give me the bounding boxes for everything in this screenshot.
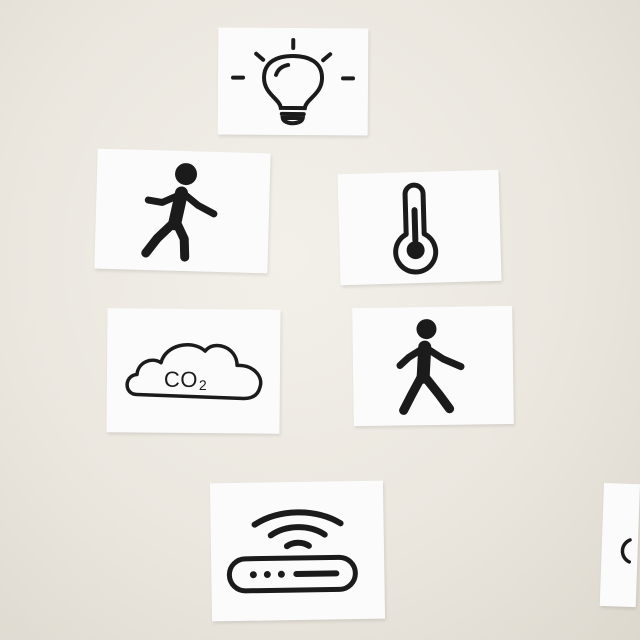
- walking-person-icon: [396, 319, 465, 415]
- card-light-bulb: [217, 27, 369, 136]
- co2-text: CO: [163, 366, 199, 393]
- light-bulb-icon: [231, 38, 356, 126]
- card-walking-person-right: [352, 305, 514, 427]
- card-walking-person-left: [94, 148, 271, 274]
- card-co2-cloud: CO2: [106, 308, 281, 434]
- wifi-router-icon: [226, 509, 358, 594]
- co2-subscript: 2: [198, 377, 208, 394]
- card-partial-right: [599, 483, 640, 608]
- walking-person-icon: [141, 163, 218, 262]
- card-wifi-router: [209, 480, 386, 622]
- partial-card-icon: [620, 538, 632, 564]
- co2-label: CO2: [164, 367, 208, 393]
- thermometer-icon: [393, 182, 439, 275]
- card-thermometer: [337, 169, 502, 286]
